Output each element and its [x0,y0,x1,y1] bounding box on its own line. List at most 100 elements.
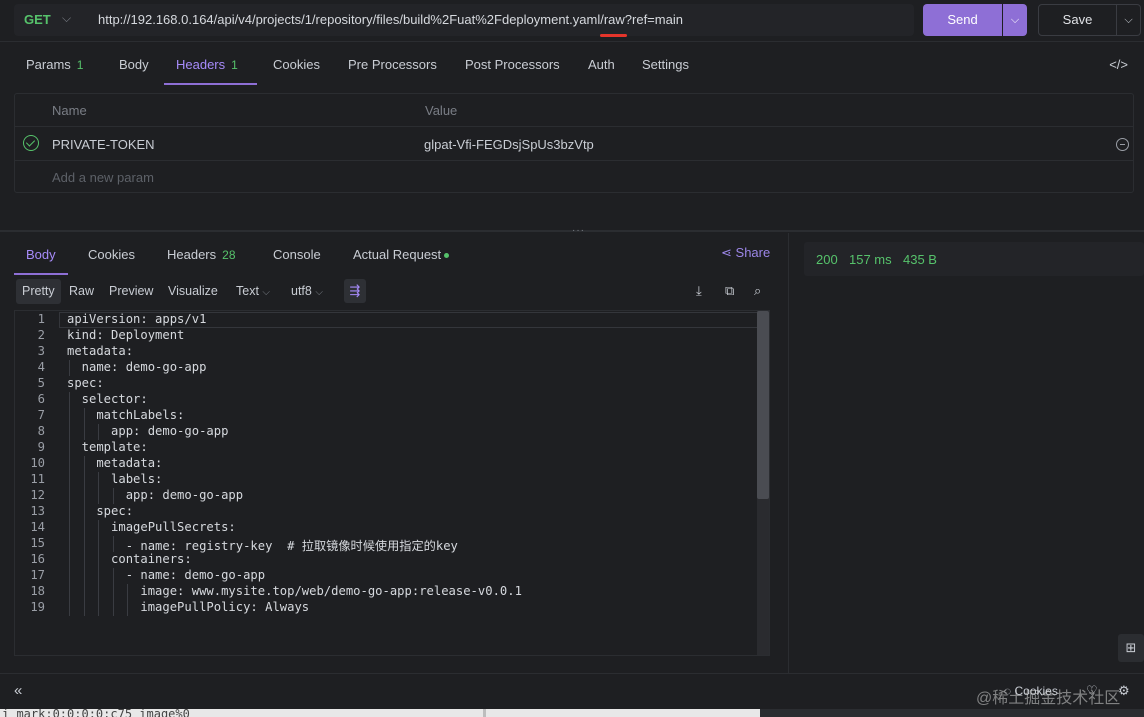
copy-icon[interactable]: ⧉ [725,283,734,299]
header-value-cell[interactable]: glpat-Vfi-FEGDsjSpUs3bzVtp [424,137,594,152]
header-name-cell[interactable]: PRIVATE-TOKEN [52,137,155,152]
view-mode-preview[interactable]: Preview [103,279,159,304]
line-number: 11 [30,472,45,486]
indent-guide [112,536,114,552]
view-mode-visualize[interactable]: Visualize [162,279,224,304]
share-button[interactable]: ⋖ Share [721,245,770,261]
indent-guide [83,552,85,568]
line-number: 13 [30,504,45,518]
indent-guide [127,584,129,600]
send-options-chevron-icon[interactable]: ⌵ [1003,4,1027,36]
code-line: 15 - name: registry-key # 拉取镜像时候使用指定的key [15,536,755,553]
chevron-down-icon: ⌵ [262,287,271,298]
code-text: - name: demo-go-app [67,568,266,582]
code-text: imagePullSecrets: [67,520,236,534]
code-line: 1 apiVersion: apps/v1 [15,312,755,328]
tab-response-headers[interactable]: Headers 28 [167,247,236,262]
code-line: 4 name: demo-go-app [15,360,755,376]
line-number: 18 [30,584,45,598]
remove-row-icon[interactable] [1116,138,1129,151]
url-bar: GET ⌵ http://192.168.0.164/api/v4/projec… [0,0,1144,42]
indent-guide [98,552,100,568]
chevron-down-icon[interactable]: ⌵ [62,11,71,26]
add-param-input[interactable]: Add a new param [52,170,154,185]
tab-post-processors[interactable]: Post Processors [465,57,560,72]
code-text: apiVersion: apps/v1 [67,312,207,326]
tab-pre-processors[interactable]: Pre Processors [348,57,437,72]
indent-guide [112,600,114,616]
annotation-underline [600,34,627,37]
indent-guide [112,488,114,504]
indent-guide [98,520,100,536]
indent-guide [83,456,85,472]
tab-label: Settings [642,57,689,72]
url-input-box[interactable]: GET ⌵ http://192.168.0.164/api/v4/projec… [14,4,914,36]
code-line: 3 metadata: [15,344,755,360]
word-wrap-icon[interactable]: ⇶ [344,279,366,303]
line-number: 16 [30,552,45,566]
code-snippet-icon[interactable]: </> [1109,57,1128,72]
tab-settings[interactable]: Settings [642,57,689,72]
tab-headers[interactable]: Headers 1 [176,57,238,72]
tab-body[interactable]: Body [119,57,149,72]
layout-toggle-icon[interactable]: ⊞ [1118,634,1144,662]
code-line: 8 app: demo-go-app [15,424,755,440]
send-button[interactable]: Send [923,4,1002,36]
code-text: containers: [67,552,192,566]
tab-actual-request[interactable]: Actual Request [353,247,450,262]
tab-count-badge: 1 [231,58,238,72]
line-number: 14 [30,520,45,534]
line-number: 3 [37,344,45,358]
code-text: metadata: [67,456,163,470]
indent-guide [69,600,70,616]
code-line: 2 kind: Deployment [15,328,755,344]
indent-guide [127,600,129,616]
tab-cookies[interactable]: Cookies [273,57,320,72]
search-icon[interactable]: ⌕ [754,283,761,299]
code-text: selector: [67,392,148,406]
tab-console[interactable]: Console [273,247,321,262]
line-number: 2 [37,328,45,342]
indent-guide [69,568,70,584]
tab-response-body[interactable]: Body [26,247,56,262]
encoding-select[interactable]: utf8 ⌵ [285,279,329,304]
line-number: 17 [30,568,45,582]
tab-params[interactable]: Params 1 [26,57,83,72]
format-value: Text [236,284,259,298]
scrollbar-thumb[interactable] [757,311,769,499]
download-icon[interactable]: ⤓ [696,283,702,299]
enabled-check-icon[interactable] [23,135,39,151]
indent-guide [83,600,85,616]
tab-label: Console [273,247,321,262]
tab-label: Auth [588,57,615,72]
tab-label: Pre Processors [348,57,437,72]
indent-guide [83,568,85,584]
indent-guide [98,568,100,584]
tab-label: Headers [176,57,226,72]
tab-response-cookies[interactable]: Cookies [88,247,135,262]
tab-label: Post Processors [465,57,560,72]
indent-guide [83,520,85,536]
code-text: metadata: [67,344,134,358]
line-number: 19 [30,600,45,614]
line-number: 10 [30,456,45,470]
format-select[interactable]: Text ⌵ [230,279,276,304]
method-select[interactable]: GET [24,12,51,27]
tab-auth[interactable]: Auth [588,57,615,72]
headers-table: Name Value PRIVATE-TOKEN glpat-Vfi-FEGDs… [14,93,1134,193]
line-number: 15 [30,536,45,550]
save-options-chevron-icon[interactable]: ⌵ [1117,4,1141,36]
active-tab-indicator [14,273,68,275]
save-button[interactable]: Save [1038,4,1117,36]
active-tab-indicator [164,83,257,85]
response-body-editor[interactable]: 1 apiVersion: apps/v1 2 kind: Deployment 3 me… [14,310,770,656]
indent-guide [69,440,70,456]
view-mode-pretty[interactable]: Pretty [16,279,61,304]
view-mode-raw[interactable]: Raw [63,279,100,304]
collapse-sidebar-icon[interactable]: « [14,682,22,699]
code-text: name: demo-go-app [67,360,207,374]
url-input[interactable]: http://192.168.0.164/api/v4/projects/1/r… [98,12,683,27]
code-line: 10 metadata: [15,456,755,472]
tab-label: Actual Request [353,247,442,262]
response-status: 200 157 ms 435 B [804,242,1144,276]
